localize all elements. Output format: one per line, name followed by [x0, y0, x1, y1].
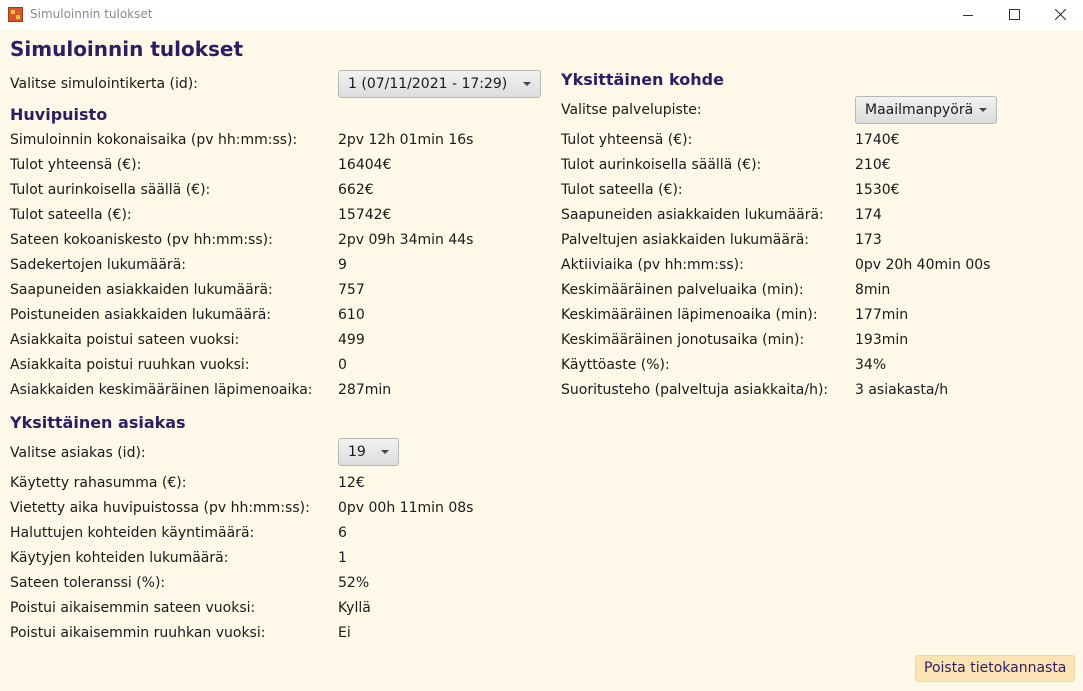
stat-value: 1740€	[855, 132, 900, 148]
stat-value: 34%	[855, 357, 887, 373]
stat-value: 757	[338, 282, 365, 298]
stat-label: Keskimääräinen palveluaika (min):	[561, 282, 804, 298]
stat-value: 0pv 00h 11min 08s	[338, 500, 474, 516]
stat-label: Palveltujen asiakkaiden lukumäärä:	[561, 232, 810, 248]
stat-value: 2pv 12h 01min 16s	[338, 132, 474, 148]
stat-value: 1	[338, 550, 347, 566]
stat-label: Asiakkaita poistui ruuhkan vuoksi:	[10, 357, 250, 373]
stat-label: Poistui aikaisemmin sateen vuoksi:	[10, 600, 256, 616]
stat-value: 52%	[338, 575, 370, 591]
app-icon	[8, 7, 23, 22]
run-select-label: Valitse simulointikerta (id):	[10, 76, 198, 92]
stat-value: 2pv 09h 34min 44s	[338, 232, 474, 248]
stat-value: 662€	[338, 182, 374, 198]
chevron-down-icon	[523, 82, 531, 86]
stat-value: 12€	[338, 475, 365, 491]
stat-label: Tulot sateella (€):	[561, 182, 683, 198]
service-point-value: Maailmanpyörä	[865, 102, 974, 118]
service-point-combobox[interactable]: Maailmanpyörä	[855, 96, 997, 124]
stat-value: 177min	[855, 307, 909, 323]
stat-value: 9	[338, 257, 347, 273]
stat-value: 0pv 20h 40min 00s	[855, 257, 991, 273]
stat-label: Käytetty rahasumma (€):	[10, 475, 187, 491]
stat-label: Simuloinnin kokonaisaika (pv hh:mm:ss):	[10, 132, 298, 148]
stat-value: 15742€	[338, 207, 392, 223]
stat-label: Tulot yhteensä (€):	[561, 132, 693, 148]
stat-label: Käytyjen kohteiden lukumäärä:	[10, 550, 229, 566]
stat-value: 193min	[855, 332, 909, 348]
page-title: Simuloinnin tulokset	[10, 37, 244, 61]
stat-label: Sadekertojen lukumäärä:	[10, 257, 186, 273]
window-title: Simuloinnin tulokset	[30, 7, 153, 21]
stat-value: 8min	[855, 282, 891, 298]
stat-label: Haluttujen kohteiden käyntimäärä:	[10, 525, 255, 541]
stat-label: Tulot aurinkoisella säällä (€):	[10, 182, 211, 198]
customer-value: 19	[348, 444, 366, 460]
stat-label: Keskimääräinen läpimenoaika (min):	[561, 307, 818, 323]
window-titlebar: Simuloinnin tulokset	[0, 0, 1083, 30]
close-icon[interactable]	[1037, 0, 1083, 30]
stat-value: 6	[338, 525, 347, 541]
stat-label: Poistuneiden asiakkaiden lukumäärä:	[10, 307, 272, 323]
park-heading: Huvipuisto	[10, 105, 108, 124]
stat-label: Suoritusteho (palveltuja asiakkaita/h):	[561, 382, 829, 398]
stat-label: Sateen kokoaniskesto (pv hh:mm:ss):	[10, 232, 273, 248]
stat-value: Kyllä	[338, 600, 371, 616]
stat-label: Asiakkaiden keskimääräinen läpimenoaika:	[10, 382, 313, 398]
stat-value: 16404€	[338, 157, 392, 173]
stat-label: Tulot aurinkoisella säällä (€):	[561, 157, 762, 173]
chevron-down-icon	[381, 450, 389, 454]
stat-label: Tulot yhteensä (€):	[10, 157, 142, 173]
stat-value: 287min	[338, 382, 392, 398]
stat-value: Ei	[338, 625, 351, 641]
run-select-combobox[interactable]: 1 (07/11/2021 - 17:29)	[338, 70, 541, 98]
stat-label: Käyttöaste (%):	[561, 357, 670, 373]
stat-label: Tulot sateella (€):	[10, 207, 132, 223]
stat-label: Saapuneiden asiakkaiden lukumäärä:	[10, 282, 273, 298]
stat-value: 499	[338, 332, 365, 348]
stat-value: 610	[338, 307, 365, 323]
results-panel: Simuloinnin tulokset Valitse simulointik…	[0, 30, 1083, 691]
stat-value: 3 asiakasta/h	[855, 382, 949, 398]
stat-value: 0	[338, 357, 347, 373]
customer-heading: Yksittäinen asiakas	[10, 413, 186, 432]
minimize-icon[interactable]	[945, 0, 991, 30]
stat-value: 174	[855, 207, 882, 223]
target-heading: Yksittäinen kohde	[561, 70, 724, 89]
customer-combobox[interactable]: 19	[338, 438, 399, 466]
stat-label: Aktiiviaika (pv hh:mm:ss):	[561, 257, 744, 273]
target-select-label: Valitse palvelupiste:	[561, 102, 702, 118]
delete-from-database-button[interactable]: Poista tietokannasta	[915, 655, 1076, 682]
stat-value: 1530€	[855, 182, 900, 198]
customer-select-label: Valitse asiakas (id):	[10, 445, 146, 461]
stat-label: Asiakkaita poistui sateen vuoksi:	[10, 332, 240, 348]
chevron-down-icon	[979, 108, 987, 112]
stat-label: Sateen toleranssi (%):	[10, 575, 166, 591]
stat-label: Keskimääräinen jonotusaika (min):	[561, 332, 805, 348]
maximize-icon[interactable]	[991, 0, 1037, 30]
stat-label: Vietetty aika huvipuistossa (pv hh:mm:ss…	[10, 500, 310, 516]
stat-value: 210€	[855, 157, 891, 173]
run-select-value: 1 (07/11/2021 - 17:29)	[348, 76, 508, 92]
stat-value: 173	[855, 232, 882, 248]
stat-label: Poistui aikaisemmin ruuhkan vuoksi:	[10, 625, 266, 641]
stat-label: Saapuneiden asiakkaiden lukumäärä:	[561, 207, 824, 223]
